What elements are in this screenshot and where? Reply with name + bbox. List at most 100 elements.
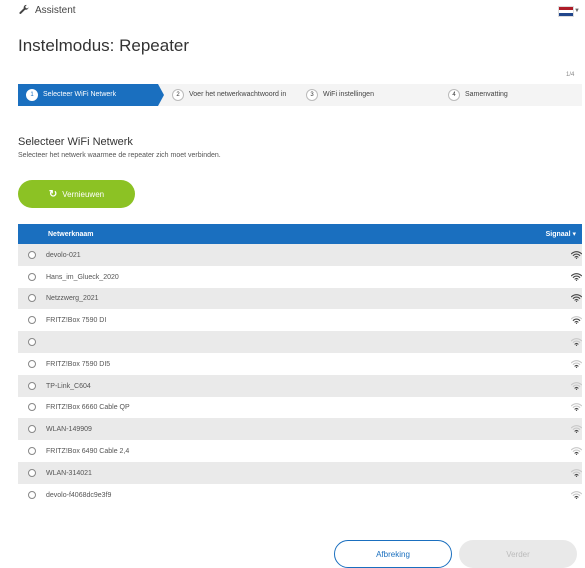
wifi-signal-icon (571, 250, 582, 259)
network-name: FRITZ!Box 7590 DI5 (46, 360, 111, 368)
wifi-signal-icon (571, 338, 582, 347)
network-name: Hans_im_Glueck_2020 (46, 273, 119, 281)
network-radio[interactable] (28, 403, 36, 412)
wifi-signal-icon (571, 294, 582, 303)
table-row[interactable]: devolo-021 (18, 244, 582, 266)
network-name-cell: devolo-f4068dc9e3f9 (18, 484, 443, 506)
signal-cell (443, 440, 582, 462)
step-enter-password: 2 Voer het netwerkwachtwoord in (158, 84, 298, 106)
network-name-cell: FRITZ!Box 7590 DI (18, 309, 443, 331)
signal-cell (443, 375, 582, 397)
wifi-signal-icon (571, 359, 582, 368)
step-label: Selecteer WiFi Netwerk (43, 91, 117, 98)
network-table: Netwerknaam Signaal ▾ devolo-021 Hans_im_… (18, 224, 582, 506)
signal-cell (443, 462, 582, 484)
table-row[interactable]: devolo-f4068dc9e3f9 (18, 483, 582, 506)
network-radio[interactable] (28, 359, 36, 368)
signal-cell (443, 397, 582, 419)
refresh-label: Vernieuwen (62, 189, 105, 199)
network-radio[interactable] (28, 250, 36, 259)
network-name-cell: devolo-021 (18, 244, 443, 266)
network-radio[interactable] (28, 447, 36, 456)
column-header-signal[interactable]: Signaal ▾ (443, 224, 582, 244)
network-name: FRITZ!Box 7590 DI (46, 317, 107, 325)
cancel-button[interactable]: Afbreking (334, 540, 452, 568)
network-radio[interactable] (28, 425, 36, 434)
network-radio[interactable] (28, 490, 36, 499)
signal-cell (443, 288, 582, 310)
refresh-button[interactable]: ↻ Vernieuwen (18, 180, 135, 208)
signal-cell (443, 244, 582, 266)
network-name-cell: WLAN-314021 (18, 462, 443, 484)
step-counter: 1/4 (566, 72, 575, 78)
network-radio[interactable] (28, 468, 36, 477)
network-name-cell: Netzzwerg_2021 (18, 288, 443, 310)
wifi-signal-icon (571, 490, 582, 499)
network-name-cell: Hans_im_Glueck_2020 (18, 266, 443, 288)
step-wifi-settings: 3 WiFi instellingen (298, 84, 440, 106)
network-radio[interactable] (28, 316, 36, 325)
assistant-header: Assistent (18, 4, 76, 16)
network-name-cell: TP-Link_C604 (18, 375, 443, 397)
network-radio[interactable] (28, 294, 36, 303)
network-name: TP-Link_C604 (46, 382, 91, 390)
wizard-steps: 1 Selecteer WiFi Netwerk 2 Voer het netw… (18, 84, 582, 106)
page-title: Instelmodus: Repeater (18, 36, 190, 55)
step-label: Voer het netwerkwachtwoord in (189, 91, 287, 98)
flag-nl-icon[interactable] (558, 6, 574, 17)
next-button[interactable]: Verder (459, 540, 577, 568)
section-subtitle: Selecteer het netwerk waarmee de repeate… (18, 152, 221, 159)
network-name: FRITZ!Box 6490 Cable 2,4 (46, 447, 130, 455)
table-row[interactable]: WLAN-149909 (18, 418, 582, 441)
wrench-icon (19, 4, 29, 14)
step-number: 1 (26, 89, 38, 101)
table-row[interactable]: WLAN-314021 (18, 461, 582, 484)
section-title: Selecteer WiFi Netwerk (18, 136, 133, 148)
network-name: WLAN-149909 (46, 426, 92, 434)
table-row[interactable]: FRITZ!Box 6660 Cable QP (18, 396, 582, 419)
table-row[interactable]: Hans_im_Glueck_2020 (18, 265, 582, 288)
network-name: devolo-f4068dc9e3f9 (46, 491, 112, 499)
network-radio[interactable] (28, 272, 36, 281)
network-name-cell (18, 331, 443, 353)
network-name-cell: FRITZ!Box 7590 DI5 (18, 353, 443, 375)
step-select-wifi: 1 Selecteer WiFi Netwerk (18, 84, 164, 106)
step-number: 4 (448, 89, 460, 101)
network-name: WLAN-314021 (46, 469, 92, 477)
table-row[interactable] (18, 331, 582, 353)
assistant-label: Assistent (35, 4, 76, 16)
table-row[interactable]: FRITZ!Box 7590 DI5 (18, 352, 582, 375)
step-summary: 4 Samenvatting (440, 84, 582, 106)
network-name-cell: FRITZ!Box 6660 Cable QP (18, 397, 443, 419)
table-header: Netwerknaam Signaal ▾ (18, 224, 582, 244)
wifi-signal-icon (571, 425, 582, 434)
step-number: 2 (172, 89, 184, 101)
column-header-name[interactable]: Netwerknaam (18, 224, 443, 244)
network-name: devolo-021 (46, 251, 81, 259)
network-name: Netzzwerg_2021 (46, 295, 99, 303)
sort-caret-icon: ▾ (572, 231, 576, 238)
wifi-signal-icon (571, 316, 582, 325)
table-row[interactable]: Netzzwerg_2021 (18, 287, 582, 310)
step-number: 3 (306, 89, 318, 101)
table-row[interactable]: FRITZ!Box 6490 Cable 2,4 (18, 440, 582, 462)
signal-cell (443, 353, 582, 375)
network-name-cell: WLAN-149909 (18, 418, 443, 440)
column-header-signal-label: Signaal (545, 231, 571, 238)
network-radio[interactable] (28, 381, 36, 390)
wifi-signal-icon (571, 468, 582, 477)
signal-cell (443, 266, 582, 288)
wifi-signal-icon (571, 447, 582, 456)
step-label: Samenvatting (465, 91, 508, 98)
signal-cell (443, 331, 582, 353)
table-row[interactable]: FRITZ!Box 7590 DI (18, 309, 582, 332)
table-row[interactable]: TP-Link_C604 (18, 374, 582, 397)
refresh-icon: ↻ (48, 188, 58, 200)
wifi-signal-icon (571, 403, 582, 412)
signal-cell (443, 484, 582, 506)
network-name-cell: FRITZ!Box 6490 Cable 2,4 (18, 440, 443, 462)
chevron-down-icon[interactable]: ▼ (574, 8, 580, 14)
wifi-signal-icon (571, 272, 582, 281)
network-radio[interactable] (28, 338, 36, 347)
step-label: WiFi instellingen (323, 91, 374, 98)
